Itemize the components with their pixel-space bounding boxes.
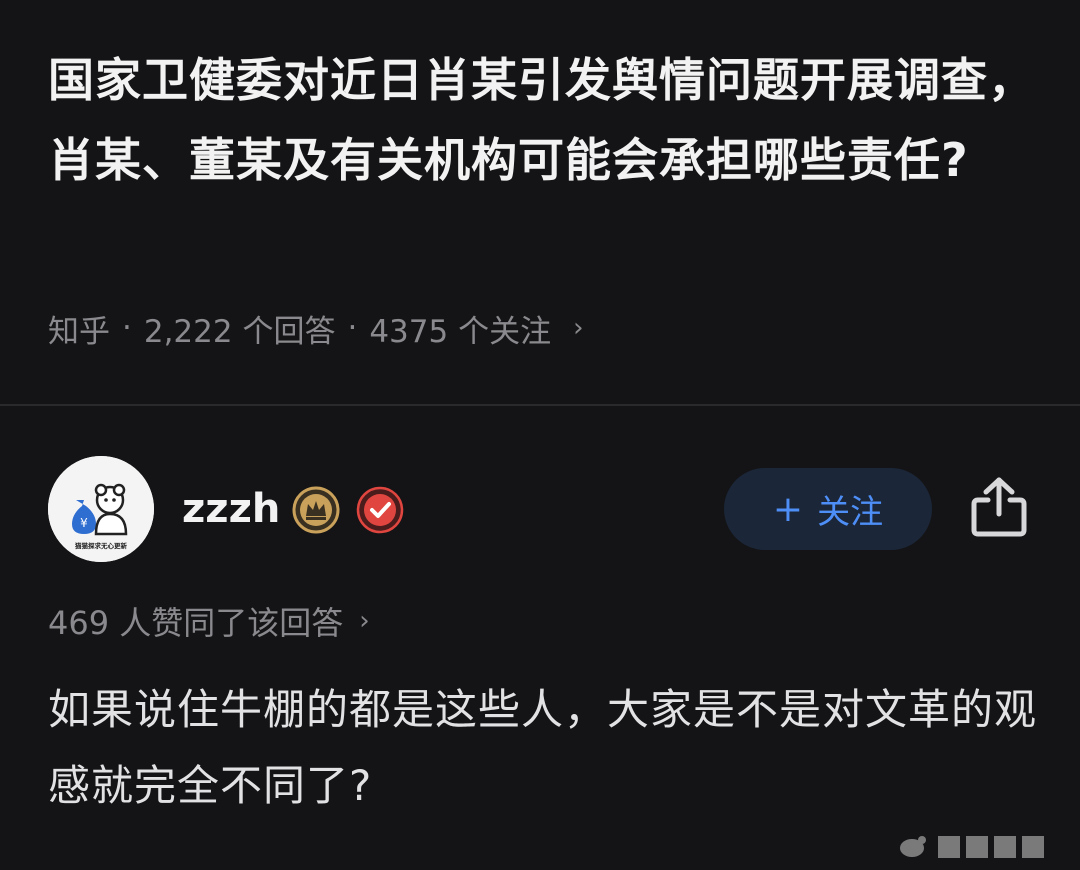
question-title[interactable]: 国家卫健委对近日肖某引发舆情问题开展调查，肖某、董某及有关机构可能会承担哪些责任… (48, 40, 1048, 200)
follow-button[interactable]: + 关注 (724, 468, 932, 550)
separator-dot: · (347, 310, 358, 346)
author-name[interactable]: zzzh (182, 480, 280, 538)
avatar-image: ¥ 猫猫探求无心更新 (48, 456, 154, 562)
section-divider (0, 404, 1080, 406)
share-icon[interactable] (968, 474, 1030, 540)
vote-count-text: 469 人赞同了该回答 (48, 604, 344, 642)
answers-count: 2,222 个回答 (143, 313, 336, 350)
question-meta[interactable]: 知乎 · 2,222 个回答 · 4375 个关注 › (48, 306, 583, 350)
chevron-right-icon: › (573, 313, 584, 343)
followers-count: 4375 个关注 (369, 313, 552, 350)
chevron-right-icon: › (359, 606, 370, 636)
avatar[interactable]: ¥ 猫猫探求无心更新 (48, 456, 154, 562)
follow-label: 关注 (817, 492, 884, 531)
zhihu-answer-page: 国家卫健委对近日肖某引发舆情问题开展调查，肖某、董某及有关机构可能会承担哪些责任… (0, 0, 1080, 870)
svg-text:¥: ¥ (80, 516, 88, 530)
source-label: 知乎 (48, 313, 110, 350)
avatar-caption: 猫猫探求无心更新 (75, 541, 128, 550)
separator-dot: · (122, 310, 132, 346)
crown-badge-icon (292, 486, 340, 534)
plus-icon: + (772, 488, 804, 530)
vote-count-line[interactable]: 469 人赞同了该回答 › (48, 598, 370, 644)
watermark (892, 828, 1072, 862)
answer-content: 如果说住牛棚的都是这些人，大家是不是对文革的观感就完全不同了? (48, 685, 1038, 810)
verified-badge-icon (356, 486, 404, 534)
